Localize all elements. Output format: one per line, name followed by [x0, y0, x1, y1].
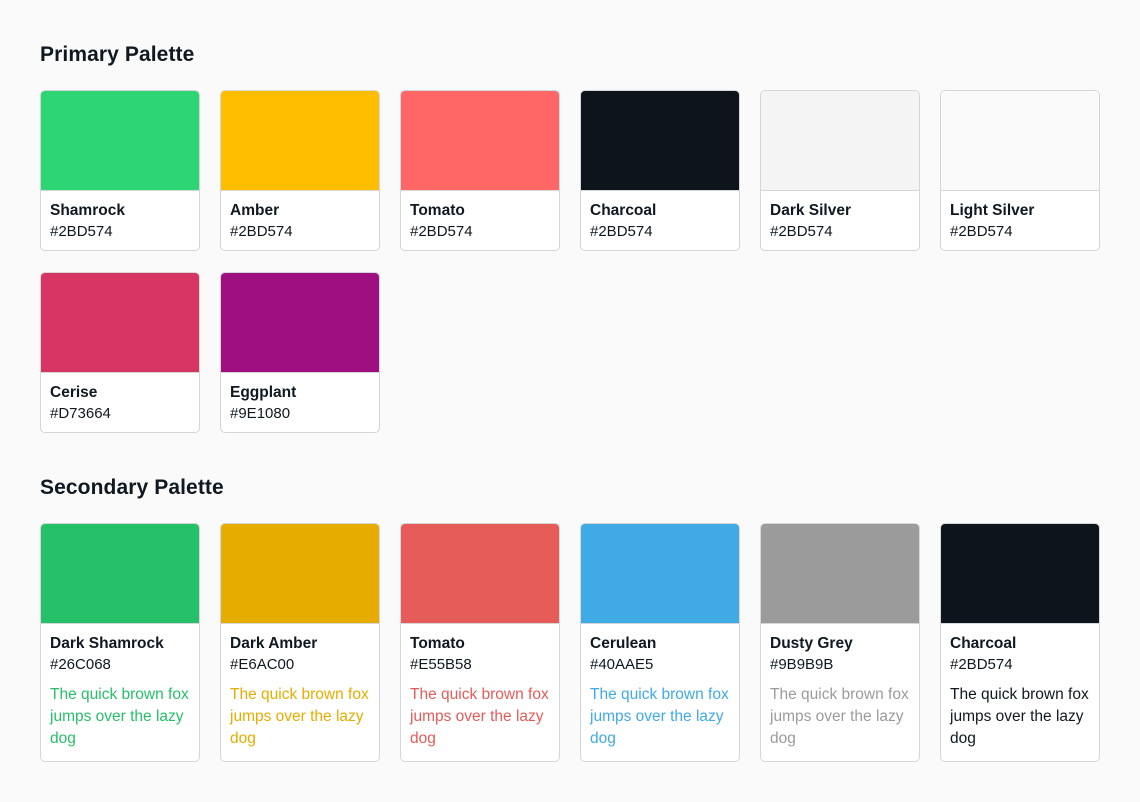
primary-swatch-card-charcoal: Charcoal #2BD574	[580, 90, 740, 251]
swatch-card-body: Dark Amber #E6AC00 The quick brown fox jum…	[221, 624, 379, 759]
color-swatch	[761, 91, 919, 191]
swatch-card-body: Shamrock #2BD574	[41, 191, 199, 250]
secondary-palette-grid: Dark Shamrock #26C068 The quick brown fox …	[40, 523, 1100, 762]
color-name: Tomato	[410, 202, 465, 219]
primary-swatch-card-amber: Amber #2BD574	[220, 90, 380, 251]
primary-swatch-card-eggplant: Eggplant #9E1080	[220, 272, 380, 433]
color-name: Shamrock	[50, 202, 125, 219]
color-name: Tomato	[410, 635, 465, 652]
color-swatch	[761, 524, 919, 624]
secondary-swatch-card-dark-amber: Dark Amber #E6AC00 The quick brown fox jum…	[220, 523, 380, 762]
color-name: Eggplant	[230, 384, 297, 401]
sample-text: The quick brown fox jumps over the lazy …	[410, 686, 549, 747]
sample-text: The quick brown fox jumps over the lazy …	[230, 686, 369, 747]
swatch-card-body: Charcoal #2BD574	[581, 191, 739, 250]
primary-swatch-card-tomato: Tomato #2BD574	[400, 90, 560, 251]
color-swatch	[41, 273, 199, 373]
color-hex-code: #9E1080	[230, 405, 291, 422]
swatch-card-body: Charcoal #2BD574 The quick brown fox jumps…	[941, 624, 1099, 759]
color-hex-code: #2BD574	[230, 223, 293, 240]
secondary-swatch-card-dark-shamrock: Dark Shamrock #26C068 The quick brown fox …	[40, 523, 200, 762]
swatch-card-body: Eggplant #9E1080	[221, 373, 379, 432]
swatch-card-body: Dusty Grey #9B9B9B The quick brown fox jum…	[761, 624, 919, 759]
primary-swatch-card-shamrock: Shamrock #2BD574	[40, 90, 200, 251]
color-hex-code: #E6AC00	[230, 656, 295, 673]
primary-palette-grid: Shamrock #2BD574 Amber #2BD574 Tomato #2BD574…	[40, 90, 1100, 433]
color-name: Amber	[230, 202, 280, 219]
color-swatch	[41, 91, 199, 191]
palette-page: Primary Palette Shamrock #2BD574 Amber #2BD…	[0, 0, 1140, 802]
color-hex-code: #9B9B9B	[770, 656, 834, 673]
primary-swatch-card-cerise: Cerise #D73664	[40, 272, 200, 433]
swatch-card-body: Amber #2BD574	[221, 191, 379, 250]
color-name: Light Silver	[950, 202, 1035, 219]
color-hex-code: #D73664	[50, 405, 111, 422]
swatch-card-body: Cerulean #40AAE5 The quick brown fox jumps…	[581, 624, 739, 759]
color-name: Charcoal	[590, 202, 657, 219]
secondary-swatch-card-charcoal: Charcoal #2BD574 The quick brown fox jumps…	[940, 523, 1100, 762]
color-name: Cerise	[50, 384, 98, 401]
color-swatch	[221, 273, 379, 373]
color-name: Charcoal	[950, 635, 1017, 652]
color-swatch	[581, 91, 739, 191]
primary-swatch-card-dark-silver: Dark Silver #2BD574	[760, 90, 920, 251]
sample-text: The quick brown fox jumps over the lazy …	[50, 686, 189, 747]
color-swatch	[41, 524, 199, 624]
primary-palette-title: Primary Palette	[40, 43, 195, 66]
swatch-card-body: Dark Shamrock #26C068 The quick brown fox …	[41, 624, 199, 759]
color-name: Dark Silver	[770, 202, 851, 219]
color-swatch	[221, 524, 379, 624]
color-name: Dark Amber	[230, 635, 318, 652]
secondary-swatch-card-dusty-grey: Dusty Grey #9B9B9B The quick brown fox jum…	[760, 523, 920, 762]
color-swatch	[941, 524, 1099, 624]
color-hex-code: #26C068	[50, 656, 111, 673]
swatch-card-body: Tomato #2BD574	[401, 191, 559, 250]
secondary-swatch-card-tomato: Tomato #E55B58 The quick brown fox jumps o…	[400, 523, 560, 762]
color-name: Dusty Grey	[770, 635, 853, 652]
color-hex-code: #2BD574	[410, 223, 473, 240]
swatch-card-body: Tomato #E55B58 The quick brown fox jumps o…	[401, 624, 559, 759]
color-hex-code: #E55B58	[410, 656, 472, 673]
sample-text: The quick brown fox jumps over the lazy …	[770, 686, 909, 747]
color-name: Cerulean	[590, 635, 657, 652]
color-hex-code: #2BD574	[950, 223, 1013, 240]
color-hex-code: #2BD574	[770, 223, 833, 240]
color-swatch	[581, 524, 739, 624]
color-swatch	[401, 91, 559, 191]
swatch-card-body: Dark Silver #2BD574	[761, 191, 919, 250]
primary-swatch-card-light-silver: Light Silver #2BD574	[940, 90, 1100, 251]
swatch-card-body: Light Silver #2BD574	[941, 191, 1099, 250]
color-hex-code: #2BD574	[950, 656, 1013, 673]
color-hex-code: #40AAE5	[590, 656, 654, 673]
secondary-swatch-card-cerulean: Cerulean #40AAE5 The quick brown fox jumps…	[580, 523, 740, 762]
secondary-palette-title: Secondary Palette	[40, 476, 224, 499]
sample-text: The quick brown fox jumps over the lazy …	[950, 686, 1089, 747]
swatch-card-body: Cerise #D73664	[41, 373, 199, 432]
color-swatch	[941, 91, 1099, 191]
color-swatch	[221, 91, 379, 191]
color-hex-code: #2BD574	[590, 223, 653, 240]
color-name: Dark Shamrock	[50, 635, 164, 652]
color-swatch	[401, 524, 559, 624]
sample-text: The quick brown fox jumps over the lazy …	[590, 686, 729, 747]
color-hex-code: #2BD574	[50, 223, 113, 240]
